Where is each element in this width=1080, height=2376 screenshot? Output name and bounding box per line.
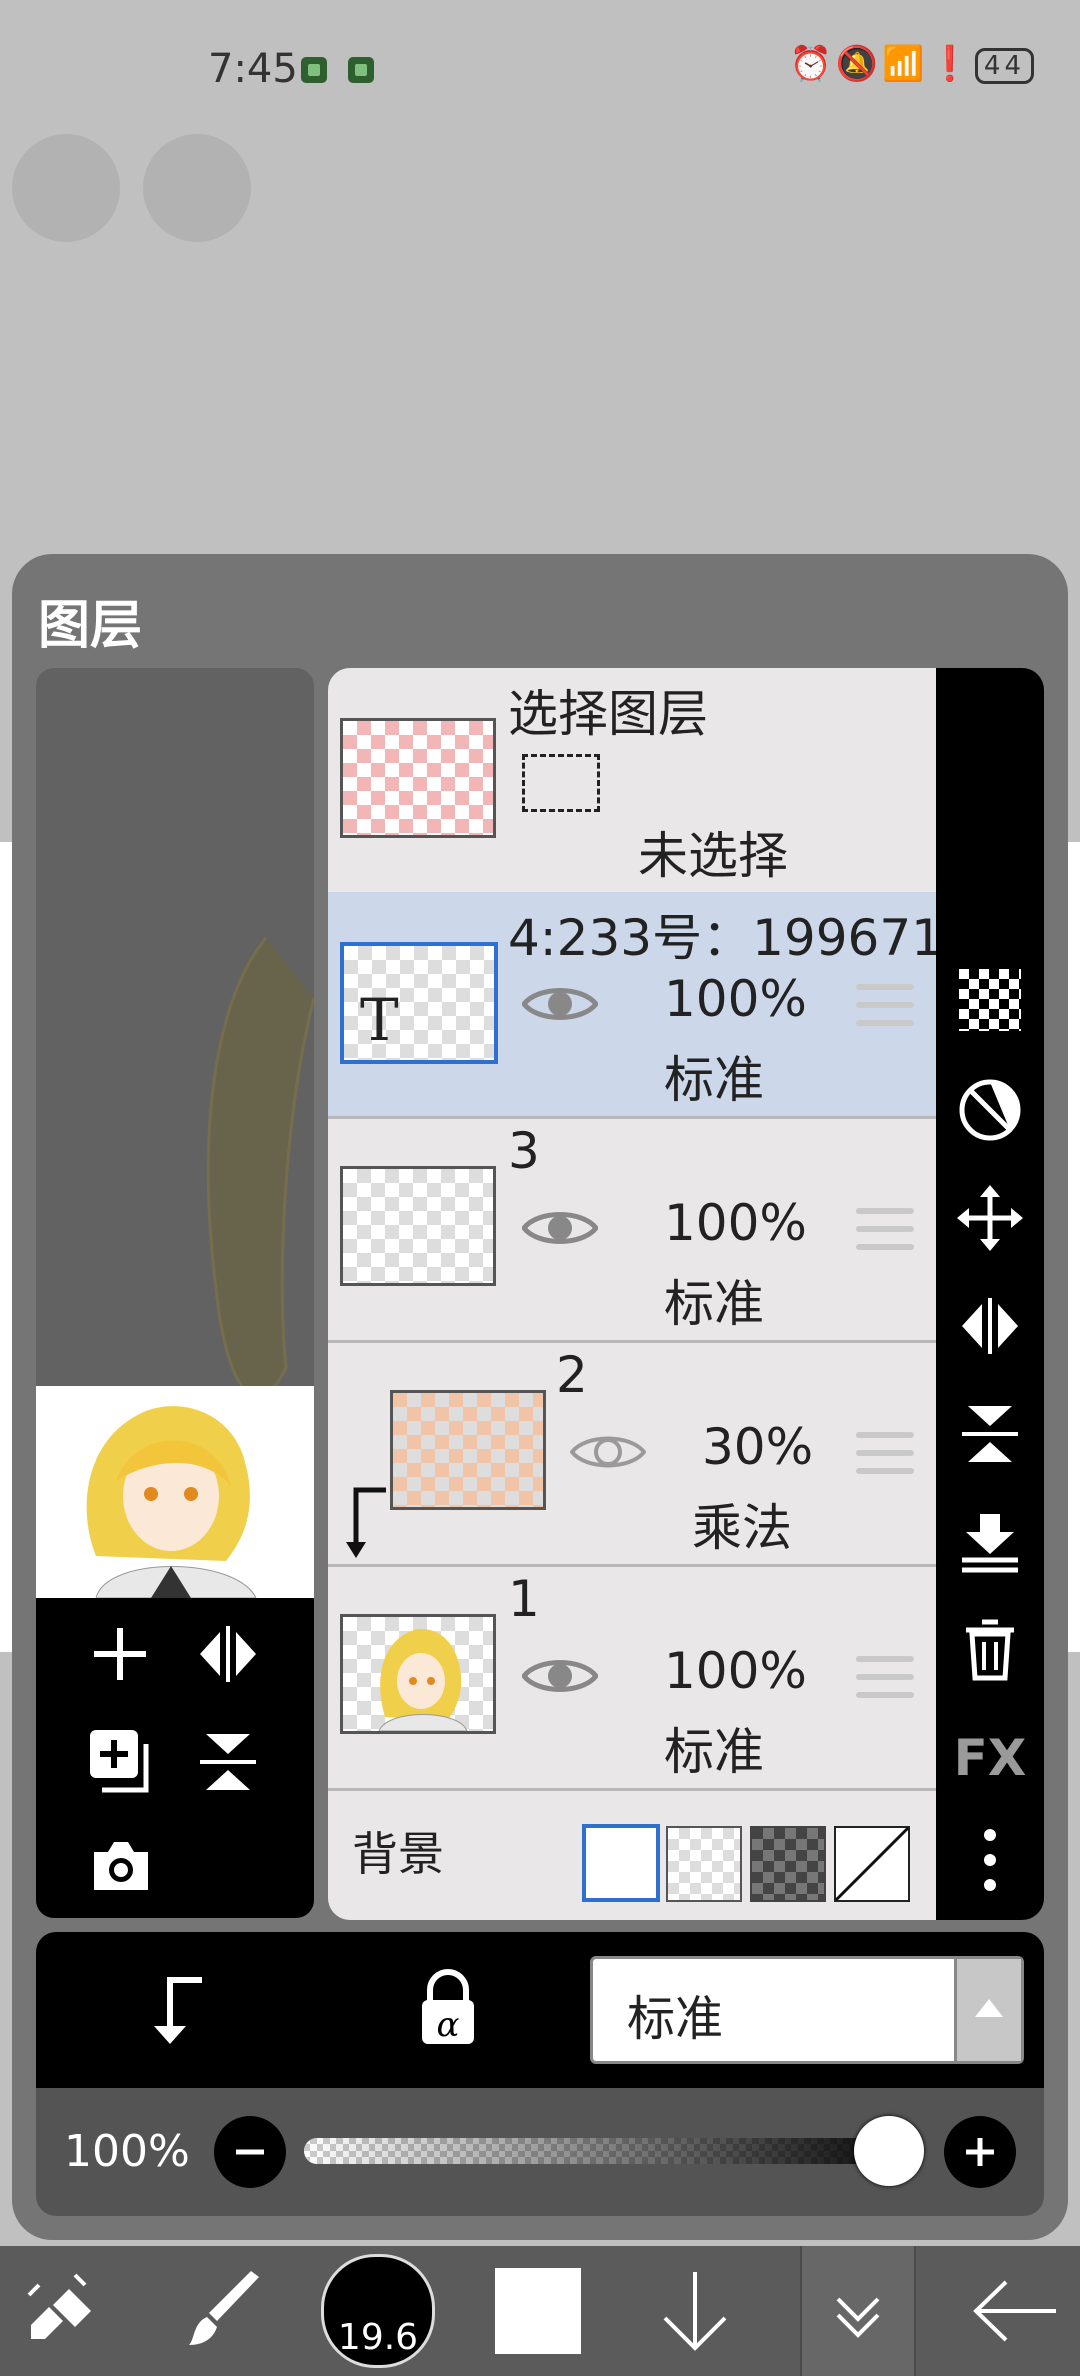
app-notification-icon	[348, 57, 374, 83]
opacity-slider-track[interactable]	[304, 2138, 920, 2164]
selection-layer-row[interactable]: 选择图层 未选择	[328, 668, 936, 895]
background-label: 背景	[352, 1827, 444, 1881]
status-time: 7:45	[208, 46, 298, 92]
layer-thumbnail: T	[340, 942, 498, 1064]
visibility-eye-icon[interactable]	[522, 1206, 598, 1250]
wifi-icon: 📶	[882, 44, 929, 84]
opacity-increase-button[interactable]	[940, 2112, 1020, 2192]
clipping-toggle-icon[interactable]	[144, 1976, 208, 2046]
blend-mode-select[interactable]: 标准	[590, 1956, 1024, 2064]
trash-icon[interactable]	[936, 1600, 1044, 1700]
brush-icon[interactable]	[170, 2246, 280, 2376]
background-dark-option[interactable]	[750, 1826, 826, 1902]
blend-mode-value: 标准	[627, 1991, 724, 2047]
flip-horizontal-icon[interactable]	[936, 1276, 1044, 1376]
layer-tools: FX	[936, 668, 1044, 1920]
color-swatch[interactable]	[478, 2246, 598, 2376]
layer-blend-mode: 标准	[664, 1723, 764, 1781]
background-white-option[interactable]	[582, 1824, 660, 1902]
arrow-down-icon[interactable]	[640, 2246, 750, 2376]
camera-icon[interactable]	[88, 1838, 154, 1894]
background-row: 背景	[328, 1788, 936, 1920]
layer-thumbnail	[340, 1166, 496, 1286]
clipping-arrow-icon	[346, 1487, 386, 1558]
layer-row-4[interactable]: T 4:233号：199671 100% 标准	[328, 892, 936, 1119]
mute-icon: 🔕	[835, 44, 883, 84]
app-notification-icon	[301, 57, 327, 83]
layer-list: 选择图层 未选择 T 4:233号：199671 100% 标准 3 100% …	[328, 668, 936, 1920]
duplicate-layer-icon[interactable]	[88, 1728, 152, 1798]
status-icons: ⏰🔕📶❗ 44	[790, 44, 1034, 84]
left-tools	[36, 1598, 314, 1918]
opacity-slider-thumb[interactable]	[854, 2116, 924, 2186]
layer-name: 4:233号：199671	[508, 909, 936, 967]
floating-button-1[interactable]	[12, 134, 120, 242]
back-arrow-icon[interactable]	[960, 2246, 1070, 2376]
collapse-button[interactable]	[800, 2246, 916, 2376]
alarm-icon: ⏰	[789, 44, 836, 84]
selection-layer-title: 选择图层	[508, 685, 708, 743]
move-icon[interactable]	[936, 1168, 1044, 1268]
brush-size-value: 19.6	[337, 2317, 419, 2358]
character-thumbnail	[86, 1406, 257, 1599]
canvas-thumbnail[interactable]	[36, 1386, 314, 1599]
status-bar: 7:45 ⏰🔕📶❗ 44	[0, 0, 1080, 140]
background-transparent-option[interactable]	[666, 1826, 742, 1902]
tool-switch-icon[interactable]	[10, 2246, 120, 2376]
flip-horizontal-icon[interactable]	[196, 1622, 260, 1686]
selection-layer-thumbnail	[340, 718, 496, 838]
transparency-icon[interactable]	[936, 950, 1044, 1050]
flip-vertical-icon[interactable]	[196, 1730, 260, 1794]
panel-title: 图层	[38, 596, 143, 656]
opacity-decrease-button[interactable]	[210, 2112, 290, 2192]
blend-bar: α 标准	[36, 1932, 1044, 2088]
layer-thumbnail	[340, 1614, 496, 1734]
layer-row-3[interactable]: 3 100% 标准	[328, 1116, 936, 1343]
merge-down-icon[interactable]	[936, 1492, 1044, 1592]
layer-thumbnail	[390, 1390, 546, 1510]
layer-blend-mode: 标准	[664, 1275, 764, 1333]
add-layer-icon[interactable]	[88, 1622, 152, 1686]
visibility-eye-icon[interactable]	[570, 1430, 646, 1474]
more-icon[interactable]	[936, 1810, 1044, 1910]
floating-button-2[interactable]	[143, 134, 251, 242]
opacity-bar: 100%	[36, 2088, 1044, 2216]
layer-name: 2	[556, 1346, 588, 1404]
layer-row-2[interactable]: 2 30% 乘法	[328, 1340, 936, 1567]
drag-handle-icon[interactable]	[856, 1656, 914, 1710]
layer-blend-mode: 乘法	[692, 1499, 792, 1557]
drag-handle-icon[interactable]	[856, 1432, 914, 1486]
alpha-lock-icon[interactable]: α	[416, 1968, 480, 2046]
visibility-eye-icon[interactable]	[522, 1654, 598, 1698]
drag-handle-icon[interactable]	[856, 1208, 914, 1262]
visibility-eye-icon[interactable]	[522, 982, 598, 1026]
layer-opacity: 100%	[664, 970, 807, 1028]
fx-icon[interactable]: FX	[936, 1708, 1044, 1808]
layer-opacity: 30%	[702, 1418, 814, 1476]
svg-text:α: α	[437, 2005, 460, 2045]
drag-handle-icon[interactable]	[856, 984, 914, 1038]
chevron-up-icon	[954, 1959, 1021, 2061]
layer-name: 1	[508, 1570, 540, 1628]
chevron-double-down-icon	[836, 2297, 880, 2338]
brush-size-button[interactable]: 19.6	[318, 2246, 438, 2376]
alert-icon: ❗	[928, 44, 975, 84]
selection-marquee-icon	[522, 754, 600, 812]
opacity-value: 100%	[64, 2126, 190, 2177]
text-layer-icon: T	[360, 986, 399, 1054]
battery-icon: 44	[974, 47, 1034, 84]
layer-opacity: 100%	[664, 1194, 807, 1252]
layer-row-1[interactable]: 1 100% 标准	[328, 1564, 936, 1791]
selection-layer-status: 未选择	[638, 827, 788, 885]
invert-icon[interactable]	[936, 1060, 1044, 1160]
layer-opacity: 100%	[664, 1642, 807, 1700]
layer-name: 3	[508, 1122, 540, 1180]
flip-vertical-icon[interactable]	[936, 1384, 1044, 1484]
background-none-option[interactable]	[834, 1826, 910, 1902]
character-thumbnail	[378, 1628, 468, 1732]
layer-blend-mode: 标准	[664, 1051, 764, 1109]
